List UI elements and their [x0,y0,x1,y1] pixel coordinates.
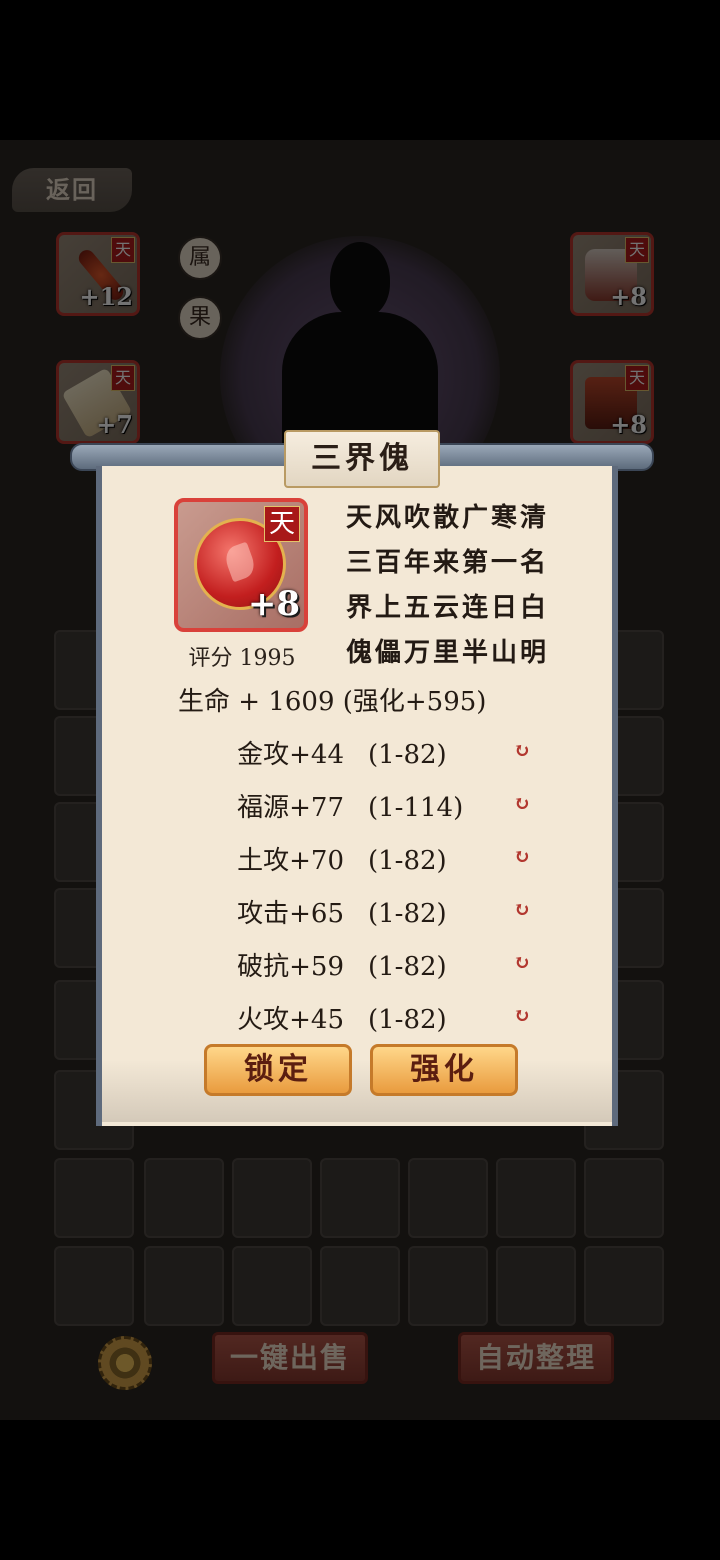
item-poem: 天风吹散广寒清 三百年来第一名 界上五云连日白 傀儡万里半山明 [346,496,549,676]
inventory-cell[interactable] [408,1246,488,1326]
reroll-icon[interactable]: ↻ [512,846,532,866]
main-stat: 生命 + 1609 (强化+595) [178,687,487,717]
enhance-level: +8 [610,282,647,311]
tier-badge: 天 [625,237,649,263]
stat-row: 金攻+44 (1-82) [204,734,488,771]
item-score: 评分 1995 [188,646,296,671]
stat-range: (1-82) [368,899,447,929]
tier-badge: 天 [111,237,135,263]
stat-range: (1-82) [368,1005,447,1035]
fruit-button[interactable]: 果 [178,296,222,340]
poem-line: 天风吹散广寒清 [346,503,550,533]
sell-all-button[interactable]: 一键出售 [212,1332,368,1384]
back-button[interactable]: 返回 [12,168,132,212]
stat-name: 土攻+70 [237,846,344,876]
stat-name: 金攻+44 [237,740,344,770]
auto-sort-button[interactable]: 自动整理 [458,1332,614,1384]
stat-name: 破抗+59 [237,952,344,982]
inventory-cell[interactable] [54,1158,134,1238]
stat-name: 火攻+45 [237,1005,344,1035]
inventory-cell[interactable] [320,1246,400,1326]
inventory-cell[interactable] [232,1246,312,1326]
reroll-icon[interactable]: ↻ [512,793,532,813]
inventory-cell[interactable] [54,1246,134,1326]
attribute-button[interactable]: 属 [178,236,222,280]
equipment-slot-weapon[interactable]: 天 +12 [56,232,140,316]
reroll-icon[interactable]: ↻ [512,952,532,972]
inventory-cell[interactable] [584,1246,664,1326]
stat-range: (1-82) [368,846,447,876]
item-title: 三界傀 [284,430,440,488]
dialog-landscape-decoration [102,1060,612,1122]
lock-button[interactable]: 锁定 [204,1044,352,1096]
enhance-level: +8 [247,584,300,624]
reroll-icon[interactable]: ↻ [512,899,532,919]
poem-line: 界上五云连日白 [346,593,550,623]
enhance-button[interactable]: 强化 [370,1044,518,1096]
inventory-cell[interactable] [496,1246,576,1326]
character-silhouette-head [330,242,390,318]
tier-badge: 天 [264,506,300,542]
stat-row: 破抗+59 (1-82) [204,946,488,983]
stat-name: 攻击+65 [237,899,344,929]
stat-name: 福源+77 [237,793,344,823]
stat-range: (1-114) [368,793,464,823]
stat-row: 攻击+65 (1-82) [204,893,488,930]
equipment-slot-relic[interactable]: 天 +8 [570,360,654,444]
equipment-slot-armor[interactable]: 天 +8 [570,232,654,316]
stat-row: 福源+77 (1-114) [204,787,488,824]
stat-row: 土攻+70 (1-82) [204,840,488,877]
inventory-cell[interactable] [320,1158,400,1238]
stat-range: (1-82) [368,952,447,982]
reroll-icon[interactable]: ↻ [512,1005,532,1025]
enhance-level: +7 [96,410,133,439]
poem-line: 三百年来第一名 [346,548,550,578]
inventory-cell[interactable] [232,1158,312,1238]
reroll-icon[interactable]: ↻ [512,740,532,760]
enhance-level: +12 [79,282,133,311]
equipment-slot-scroll[interactable]: 天 +7 [56,360,140,444]
stat-range: (1-82) [368,740,447,770]
tier-badge: 天 [625,365,649,391]
item-icon-frame: 天 +8 [174,498,308,632]
enhance-level: +8 [610,410,647,439]
inventory-cell[interactable] [144,1246,224,1326]
inventory-cell[interactable] [496,1158,576,1238]
poem-line: 傀儡万里半山明 [346,638,550,668]
stat-row: 火攻+45 (1-82) [204,999,488,1036]
inventory-cell[interactable] [144,1158,224,1238]
settings-gear-icon[interactable] [98,1336,152,1390]
inventory-cell[interactable] [584,1158,664,1238]
inventory-cell[interactable] [408,1158,488,1238]
tier-badge: 天 [111,365,135,391]
